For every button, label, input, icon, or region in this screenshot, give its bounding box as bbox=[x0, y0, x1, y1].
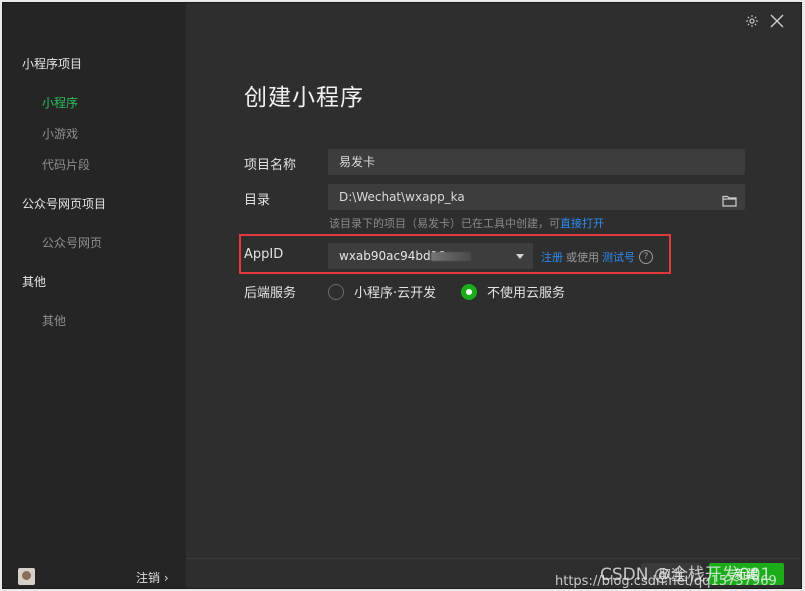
sidebar-item-code-snippet[interactable]: 代码片段 bbox=[42, 156, 90, 173]
logout-button[interactable]: 注销 › bbox=[136, 569, 169, 586]
help-icon[interactable]: ? bbox=[639, 250, 653, 264]
project-name-label: 项目名称 bbox=[244, 158, 297, 173]
radio-cloud-dev[interactable]: 小程序·云开发 bbox=[328, 282, 436, 301]
cancel-button[interactable]: 取消 bbox=[641, 563, 701, 585]
sidebar-section-official-account: 公众号网页项目 bbox=[22, 197, 107, 211]
directory-value: D:\Wechat\wxapp_ka bbox=[339, 190, 465, 204]
sidebar-section-other: 其他 bbox=[22, 275, 47, 289]
sidebar-item-miniprogram[interactable]: 小程序 bbox=[42, 94, 78, 111]
directory-hint-text: 该目录下的项目（易发卡）已在工具中创建，可 bbox=[329, 217, 560, 230]
sidebar-item-minigame[interactable]: 小游戏 bbox=[42, 125, 78, 142]
create-project-window: 小程序项目 小程序 小游戏 代码片段 公众号网页项目 公众号网页 其他 其他 注… bbox=[2, 2, 802, 589]
project-name-input[interactable]: 易发卡 bbox=[328, 149, 745, 175]
directory-label: 目录 bbox=[244, 193, 271, 208]
radio-unchecked-icon[interactable] bbox=[328, 283, 344, 300]
radio-checked-icon[interactable] bbox=[461, 283, 477, 300]
page-title: 创建小程序 bbox=[244, 85, 364, 111]
sidebar: 小程序项目 小程序 小游戏 代码片段 公众号网页项目 公众号网页 其他 其他 注… bbox=[3, 3, 186, 588]
sidebar-footer: 注销 › bbox=[3, 566, 186, 588]
directory-input[interactable]: D:\Wechat\wxapp_ka bbox=[328, 184, 745, 210]
avatar[interactable] bbox=[18, 568, 35, 585]
appid-redaction bbox=[431, 252, 471, 261]
folder-icon[interactable] bbox=[722, 190, 737, 207]
appid-select[interactable]: wxab90ac94bd10 bbox=[328, 243, 533, 269]
gear-icon[interactable] bbox=[744, 13, 760, 29]
bottom-bar: 取消 新建 bbox=[186, 558, 801, 588]
directory-hint: 该目录下的项目（易发卡）已在工具中创建，可直接打开 bbox=[329, 215, 604, 231]
open-directly-link[interactable]: 直接打开 bbox=[560, 217, 604, 230]
create-button[interactable]: 新建 bbox=[709, 563, 784, 585]
or-use-text: 或使用 bbox=[566, 251, 599, 264]
appid-label: AppID bbox=[244, 247, 284, 262]
sidebar-item-other[interactable]: 其他 bbox=[42, 312, 66, 329]
appid-extra: 注册 或使用 测试号 ? bbox=[541, 249, 653, 265]
close-icon[interactable] bbox=[769, 13, 785, 29]
radio-no-cloud-label: 不使用云服务 bbox=[487, 286, 566, 301]
sidebar-section-miniprogram: 小程序项目 bbox=[22, 57, 83, 71]
register-link[interactable]: 注册 bbox=[541, 249, 563, 265]
test-account-link[interactable]: 测试号 bbox=[602, 249, 635, 265]
appid-value: wxab90ac94bd10 bbox=[339, 249, 446, 263]
radio-cloud-dev-label: 小程序·云开发 bbox=[354, 286, 437, 301]
sidebar-item-official-webpage[interactable]: 公众号网页 bbox=[42, 234, 102, 251]
chevron-down-icon bbox=[516, 254, 524, 259]
backend-service-label: 后端服务 bbox=[244, 286, 297, 301]
radio-no-cloud[interactable]: 不使用云服务 bbox=[461, 282, 565, 301]
